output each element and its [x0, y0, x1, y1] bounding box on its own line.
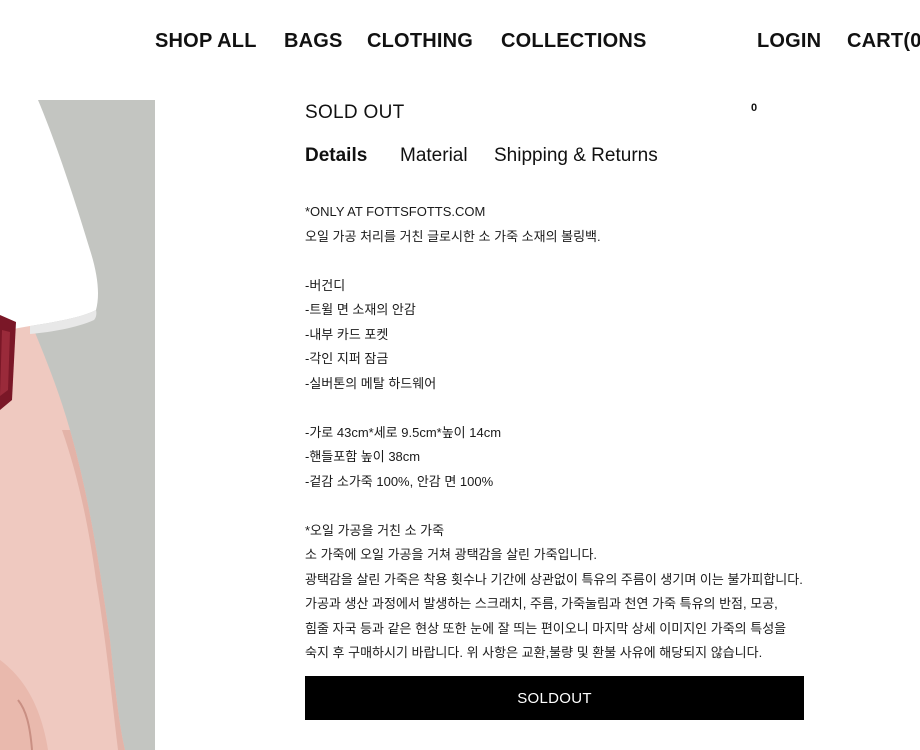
detail-line: 소 가죽에 오일 가공을 거쳐 광택감을 살린 가죽입니다.	[305, 547, 598, 562]
site-header: SHOP ALL BAGS CLOTHING COLLECTIONS LOGIN…	[0, 0, 920, 88]
tab-material[interactable]: Material	[400, 145, 468, 167]
nav-clothing[interactable]: CLOTHING	[367, 30, 473, 53]
details-panel: *ONLY AT FOTTSFOTTS.COM 오일 가공 처리를 거친 글로시…	[305, 200, 805, 666]
nav-cart[interactable]: CART(0	[847, 30, 920, 53]
tab-details[interactable]: Details	[305, 145, 367, 167]
item-counter: 0	[751, 102, 758, 114]
detail-line: -버건디	[305, 277, 346, 293]
detail-line: -트윌 면 소재의 안감	[305, 302, 416, 317]
tab-shipping-returns[interactable]: Shipping & Returns	[494, 145, 658, 167]
product-page: SHOP ALL BAGS CLOTHING COLLECTIONS LOGIN…	[0, 0, 920, 750]
nav-collections[interactable]: COLLECTIONS	[501, 30, 647, 53]
nav-bags[interactable]: BAGS	[284, 30, 343, 53]
detail-line: -내부 카드 포켓	[305, 326, 389, 342]
detail-line: *ONLY AT FOTTSFOTTS.COM	[305, 204, 486, 219]
detail-line: -실버톤의 메탈 하드웨어	[305, 375, 437, 391]
product-photo-graphic	[0, 100, 155, 750]
nav-login[interactable]: LOGIN	[757, 30, 821, 53]
leather-notice-paragraph: 광택감을 살린 가죽은 착용 횟수나 기간에 상관없이 특유의 주름이 생기며 …	[305, 571, 803, 661]
detail-line: 오일 가공 처리를 거친 글로시한 소 가죽 소재의 볼링백.	[305, 228, 601, 244]
stock-status: SOLD OUT	[305, 102, 405, 123]
detail-line	[305, 249, 805, 274]
product-photo	[0, 100, 155, 750]
soldout-button[interactable]: SOLDOUT	[305, 676, 804, 720]
nav-shop-all[interactable]: SHOP ALL	[155, 30, 257, 53]
detail-line: -가로 43cm*세로 9.5cm*높이 14cm	[305, 424, 502, 440]
detail-line: -각인 지퍼 잠금	[305, 351, 389, 366]
detail-line: -핸들포함 높이 38cm	[305, 449, 421, 464]
detail-line	[305, 396, 805, 421]
detail-line: *오일 가공을 거친 소 가죽	[305, 522, 445, 538]
detail-line: -겉감 소가죽 100%, 안감 면 100%	[305, 473, 494, 489]
detail-line	[305, 494, 805, 519]
